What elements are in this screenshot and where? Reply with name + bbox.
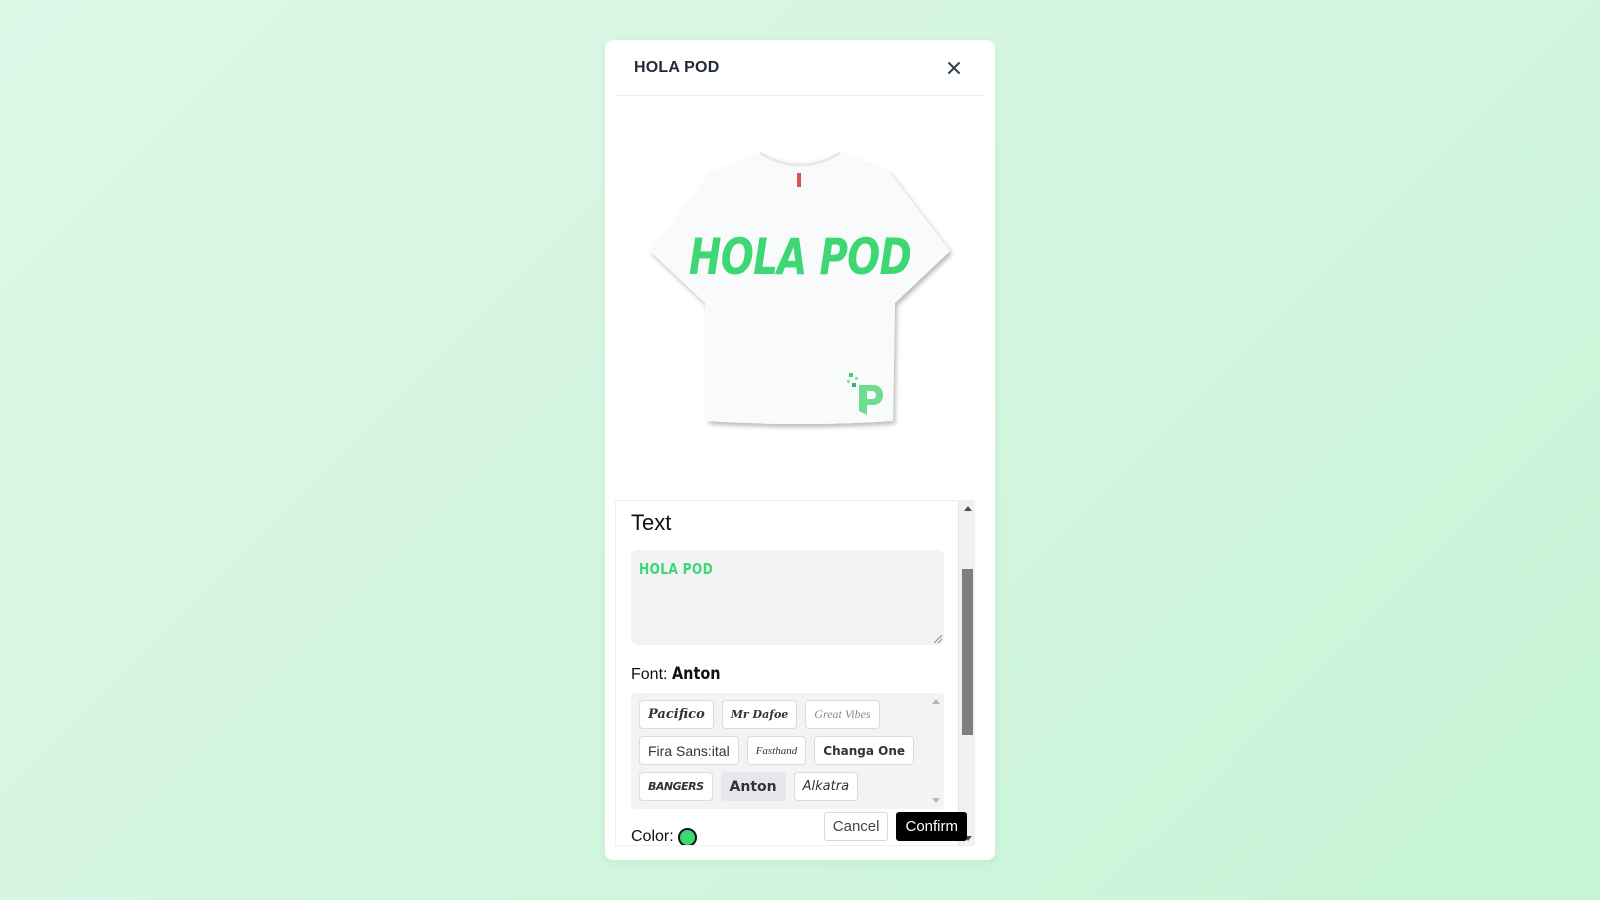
dialog-title: HOLA POD xyxy=(634,58,720,76)
font-grid: Pacifico Mr Dafoe Great Vibes Fira Sans:ita… xyxy=(639,700,929,801)
resize-handle[interactable] xyxy=(934,635,942,643)
font-picker: Pacifico Mr Dafoe Great Vibes Fira Sans:ita… xyxy=(631,693,944,809)
product-preview: HOLA POD xyxy=(615,97,985,499)
font-option-bangers[interactable]: BANGERS xyxy=(639,772,713,801)
font-option-anton[interactable]: Anton xyxy=(720,772,786,801)
scrollbar-thumb[interactable] xyxy=(962,569,973,735)
arrow-up-icon xyxy=(963,505,972,511)
font-option-fasthand[interactable]: Fasthand xyxy=(746,736,807,765)
text-input[interactable]: HOLA POD xyxy=(631,550,944,645)
confirm-button[interactable]: Confirm xyxy=(896,812,967,841)
current-color-indicator xyxy=(677,827,697,845)
close-button[interactable] xyxy=(943,57,965,79)
dialog-footer: Cancel Confirm xyxy=(823,812,967,841)
font-scrollbar[interactable] xyxy=(931,697,941,805)
font-option-mr-dafoe[interactable]: Mr Dafoe xyxy=(721,700,798,729)
scroll-up-icon[interactable] xyxy=(932,699,940,704)
font-current: Anton xyxy=(671,664,721,684)
print-text: HOLA POD xyxy=(688,228,912,286)
text-input-value: HOLA POD xyxy=(639,560,714,578)
scroll-down-icon[interactable] xyxy=(932,798,940,803)
font-option-great-vibes[interactable]: Great Vibes xyxy=(805,700,880,729)
font-option-alkatra[interactable]: Alkatra xyxy=(793,772,859,801)
editor-panel: Text HOLA POD Font: Anton Pacifico Mr Daf… xyxy=(615,500,975,846)
tshirt-mockup: HOLA POD xyxy=(645,143,955,443)
font-option-changa-one[interactable]: Changa One xyxy=(814,736,915,765)
brand-logo-icon xyxy=(847,373,883,415)
cancel-button[interactable]: Cancel xyxy=(823,812,889,841)
dialog-header: HOLA POD xyxy=(615,40,985,96)
font-option-pacifico[interactable]: Pacifico xyxy=(639,700,714,729)
panel-scrollbar[interactable] xyxy=(958,501,975,845)
scroll-up-button[interactable] xyxy=(959,501,975,515)
font-label: Font: Anton xyxy=(631,664,721,684)
section-title: Text xyxy=(631,510,672,535)
tshirt-icon xyxy=(650,151,950,424)
customize-dialog: HOLA POD HOLA POD Text HOLA POD Font: An… xyxy=(605,40,995,860)
close-icon xyxy=(948,61,960,74)
font-option-fira-sans-ital[interactable]: Fira Sans:ital xyxy=(639,736,739,765)
